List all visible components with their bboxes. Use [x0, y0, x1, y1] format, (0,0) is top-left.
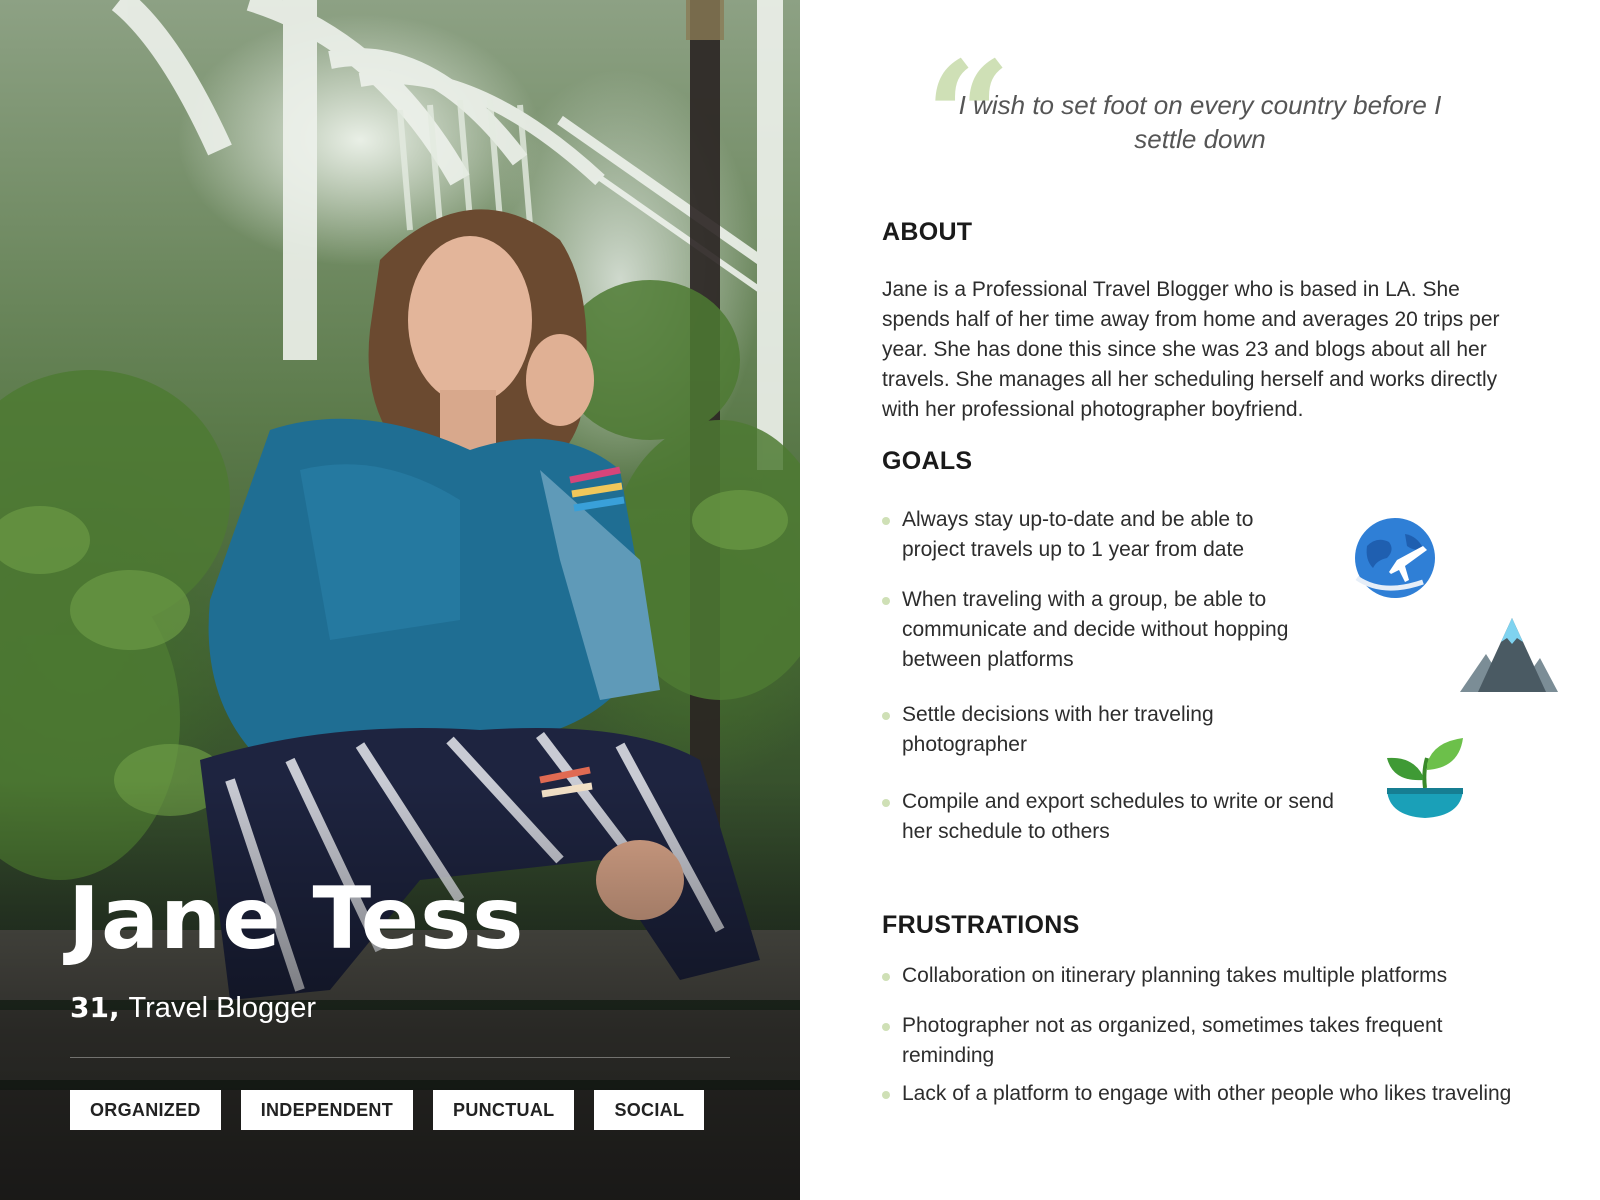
globe-plane-icon	[1355, 518, 1435, 598]
persona-age: 31,	[70, 991, 120, 1024]
goal-text: When traveling with a group, be able to …	[902, 588, 1289, 671]
goal-text: Always stay up-to-date and be able to pr…	[902, 508, 1254, 561]
trait-tag: INDEPENDENT	[240, 1090, 414, 1130]
trait-tag: ORGANIZED	[70, 1090, 221, 1130]
trait-tag: PUNCTUAL	[433, 1090, 575, 1130]
bullet-icon	[882, 597, 890, 605]
persona-name: Jane Tess	[68, 869, 525, 969]
goal-text: Settle decisions with her traveling phot…	[902, 703, 1214, 756]
trait-tags: ORGANIZED INDEPENDENT PUNCTUAL SOCIAL	[70, 1090, 705, 1130]
frustration-text: Lack of a platform to engage with other …	[902, 1082, 1512, 1105]
goal-text: Compile and export schedules to write or…	[902, 790, 1334, 843]
photo-gradient-overlay	[0, 780, 800, 1200]
mountain-icon	[1460, 618, 1558, 692]
trait-tag: SOCIAL	[594, 1090, 705, 1130]
list-item: Lack of a platform to engage with other …	[882, 1079, 1522, 1109]
about-text: Jane is a Professional Travel Blogger wh…	[882, 278, 1500, 421]
list-item: Compile and export schedules to write or…	[882, 787, 1342, 847]
divider	[70, 1057, 730, 1058]
bullet-icon	[882, 1023, 890, 1031]
persona-subtitle: 31, Travel Blogger	[70, 994, 316, 1023]
frustration-text: Collaboration on itinerary planning take…	[902, 964, 1448, 987]
list-item: Photographer not as organized, sometimes…	[882, 1011, 1522, 1071]
list-item: Collaboration on itinerary planning take…	[882, 961, 1542, 991]
persona-quote: I wish to set foot on every country befo…	[958, 90, 1442, 154]
goals-heading: GOALS	[882, 447, 973, 475]
bullet-icon	[882, 973, 890, 981]
bullet-icon	[882, 517, 890, 525]
list-item: Settle decisions with her traveling phot…	[882, 700, 1302, 760]
about-heading: ABOUT	[882, 218, 973, 246]
plant-bowl-icon	[1387, 738, 1463, 818]
frustrations-heading: FRUSTRATIONS	[882, 911, 1080, 939]
persona-photo: Jane Tess 31, Travel Blogger ORGANIZED I…	[0, 0, 800, 1200]
bullet-icon	[882, 712, 890, 720]
list-item: Always stay up-to-date and be able to pr…	[882, 505, 1322, 565]
persona-role: Travel Blogger	[128, 992, 317, 1024]
frustration-text: Photographer not as organized, sometimes…	[902, 1014, 1443, 1067]
bullet-icon	[882, 799, 890, 807]
list-item: When traveling with a group, be able to …	[882, 585, 1322, 675]
bullet-icon	[882, 1091, 890, 1099]
